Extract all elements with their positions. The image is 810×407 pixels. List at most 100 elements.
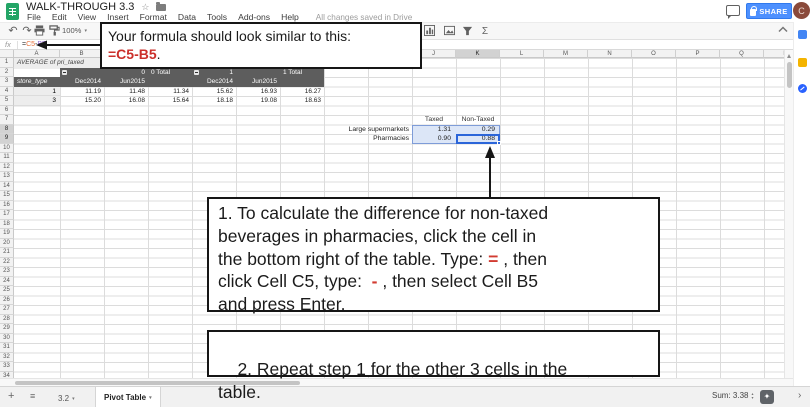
pivot-rowkey-cell[interactable]: 3 [14, 96, 60, 106]
row-header-15[interactable]: 15 [0, 191, 14, 201]
row-header-4[interactable]: 4 [0, 86, 14, 96]
active-cell-border[interactable] [456, 133, 500, 144]
share-button[interactable]: SHARE [746, 3, 792, 19]
row-header-31[interactable]: 31 [0, 343, 14, 353]
row-header-7[interactable]: 7 [0, 115, 14, 125]
row-header-27[interactable]: 27 [0, 305, 14, 315]
row-header-11[interactable]: 11 [0, 153, 14, 163]
select-all-corner[interactable] [0, 50, 14, 58]
menu-edit[interactable]: Edit [52, 12, 67, 22]
row-header-18[interactable]: 18 [0, 219, 14, 229]
all-sheets-icon[interactable]: ≡ [30, 391, 35, 401]
pivot-value-cell[interactable]: 16.27 [283, 87, 321, 97]
column-header-B[interactable]: B [60, 50, 104, 58]
sheet-tab-3-2[interactable]: 3.2 ▾ [50, 389, 83, 407]
sheets-logo-icon[interactable] [6, 3, 19, 20]
row-header-5[interactable]: 5 [0, 96, 14, 106]
collapse-minus-icon[interactable] [62, 69, 67, 75]
row-header-19[interactable]: 19 [0, 229, 14, 239]
fill-handle[interactable] [497, 140, 501, 145]
menu-help[interactable]: Help [281, 12, 299, 22]
row-header-22[interactable]: 22 [0, 257, 14, 267]
redo-icon[interactable]: ↷ [20, 25, 34, 38]
menu-format[interactable]: Format [140, 12, 167, 22]
row-header-33[interactable]: 33 [0, 362, 14, 372]
pivot-value-cell[interactable]: 11.19 [63, 87, 101, 97]
pivot-value-cell[interactable]: 11.48 [107, 87, 145, 97]
keep-icon[interactable] [798, 58, 807, 67]
diff-value-cell[interactable]: 0.90 [414, 134, 451, 144]
row-header-29[interactable]: 29 [0, 324, 14, 334]
row-header-30[interactable]: 30 [0, 333, 14, 343]
pivot-value-cell[interactable]: 16.08 [107, 96, 145, 106]
row-header-17[interactable]: 17 [0, 210, 14, 220]
vertical-scroll-thumb[interactable] [786, 62, 792, 88]
avatar[interactable]: C [793, 2, 810, 19]
paint-format-icon[interactable] [49, 25, 63, 38]
saved-status[interactable]: All changes saved in Drive [316, 13, 412, 22]
undo-icon[interactable]: ↶ [6, 25, 20, 38]
column-header-A[interactable]: A [14, 50, 60, 58]
panel-chevron-icon[interactable]: › [798, 390, 801, 401]
formula-input[interactable]: =C5-B5 [22, 40, 46, 50]
row-header-8[interactable]: 8 [0, 124, 14, 134]
row-header-9[interactable]: 9 [0, 134, 14, 144]
menu-view[interactable]: View [78, 12, 96, 22]
row-header-20[interactable]: 20 [0, 238, 14, 248]
row-header-24[interactable]: 24 [0, 276, 14, 286]
pivot-value-cell[interactable]: 18.18 [195, 96, 233, 106]
menu-file[interactable]: File [27, 12, 41, 22]
scroll-up-icon[interactable] [787, 52, 791, 58]
menu-addons[interactable]: Add-ons [238, 12, 270, 22]
pivot-value-cell[interactable]: 16.93 [239, 87, 277, 97]
insert-chart-icon[interactable] [424, 25, 438, 38]
menu-tools[interactable]: Tools [207, 12, 227, 22]
pivot-value-cell[interactable]: 15.20 [63, 96, 101, 106]
row-header-13[interactable]: 13 [0, 172, 14, 182]
column-header-M[interactable]: M [544, 50, 588, 58]
row-header-32[interactable]: 32 [0, 352, 14, 362]
sheet-tab-pivot-table[interactable]: Pivot Table ▾ [95, 387, 161, 407]
functions-icon[interactable]: Σ [478, 25, 492, 38]
row-header-21[interactable]: 21 [0, 248, 14, 258]
comments-icon[interactable] [726, 5, 740, 19]
diff-value-cell[interactable]: 1.31 [414, 125, 451, 135]
add-sheet-button[interactable]: + [8, 390, 14, 402]
column-header-K[interactable]: K [456, 50, 500, 58]
row-header-28[interactable]: 28 [0, 314, 14, 324]
toolbar-collapse-icon[interactable] [778, 26, 788, 33]
column-header-Q[interactable]: Q [720, 50, 764, 58]
pivot-value-cell[interactable]: 15.64 [151, 96, 189, 106]
tasks-icon[interactable] [798, 84, 807, 93]
column-header-N[interactable]: N [588, 50, 632, 58]
sum-indicator[interactable]: Sum: 3.38 ▴ ▾ [712, 391, 753, 400]
vertical-scrollbar[interactable] [784, 50, 793, 379]
pivot-value-cell[interactable]: 19.08 [239, 96, 277, 106]
print-icon[interactable] [34, 25, 48, 38]
move-folder-icon[interactable] [156, 1, 167, 11]
star-icon[interactable]: ☆ [141, 2, 149, 13]
row-header-1[interactable]: 1 [0, 58, 14, 68]
row-header-14[interactable]: 14 [0, 181, 14, 191]
row-header-2[interactable]: 2 [0, 67, 14, 77]
column-header-P[interactable]: P [676, 50, 720, 58]
column-header-O[interactable]: O [632, 50, 676, 58]
row-header-23[interactable]: 23 [0, 267, 14, 277]
insert-image-icon[interactable] [444, 25, 458, 38]
row-header-16[interactable]: 16 [0, 200, 14, 210]
row-header-26[interactable]: 26 [0, 295, 14, 305]
explore-button[interactable]: ✦ [760, 390, 774, 404]
row-header-25[interactable]: 25 [0, 286, 14, 296]
column-header-L[interactable]: L [500, 50, 544, 58]
pivot-value-cell[interactable]: 15.62 [195, 87, 233, 97]
zoom-select[interactable]: 100% ▾ [62, 26, 87, 35]
pivot-rowkey-cell[interactable]: 1 [14, 86, 60, 96]
pivot-value-cell[interactable]: 11.34 [151, 87, 189, 97]
row-header-10[interactable]: 10 [0, 143, 14, 153]
filter-icon[interactable] [462, 25, 476, 38]
calendar-icon[interactable] [798, 30, 807, 39]
row-header-3[interactable]: 3 [0, 77, 14, 87]
row-header-6[interactable]: 6 [0, 105, 14, 115]
menu-insert[interactable]: Insert [107, 12, 129, 22]
row-header-12[interactable]: 12 [0, 162, 14, 172]
